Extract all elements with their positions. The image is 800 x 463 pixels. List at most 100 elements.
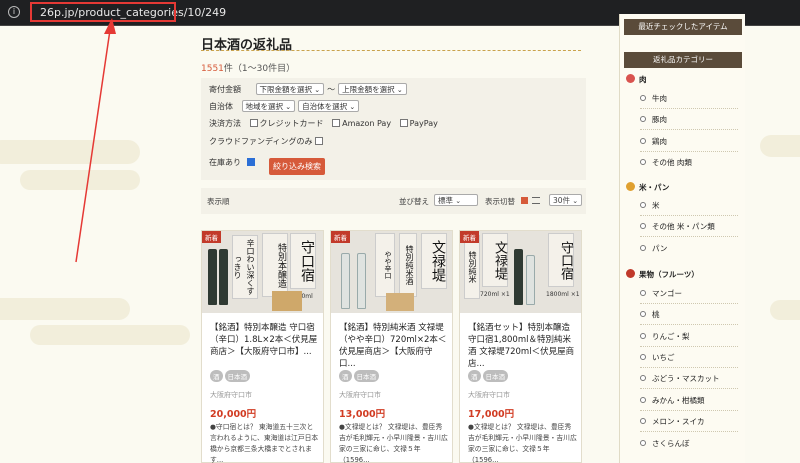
payment-label: 決済方法 — [209, 119, 241, 128]
amount-max-select[interactable]: 上限金額を選択 — [338, 83, 407, 95]
divider — [640, 346, 738, 347]
category-fruit[interactable]: 果物（フルーツ） — [626, 269, 699, 280]
region-row: 自治体 地域を選択自治体を選択 — [209, 100, 362, 112]
list-view-icon[interactable] — [532, 197, 540, 204]
subcategory-item[interactable]: 鶏肉 — [640, 136, 667, 147]
tag[interactable]: 酒 — [339, 370, 352, 382]
filter-search-button[interactable]: 絞り込み検索 — [269, 158, 325, 175]
product-title[interactable]: 【銘酒】特別純米酒 文禄堤（やや辛口）720ml×2本＜伏見屋商店＞【大阪府守口… — [339, 322, 449, 370]
recent-items-header[interactable]: 最近チェックしたアイテム — [624, 19, 742, 35]
site-info-icon[interactable]: i — [8, 6, 20, 18]
product-title[interactable]: 【銘酒セット】特別本醸造 守口宿1,800ml＆特別純米酒 文禄堤720ml＜伏… — [468, 322, 578, 370]
product-card[interactable]: 特別純米 文禄堤 720ml ×1 守口宿 1800ml ×1 新着 【銘酒セッ… — [459, 230, 582, 463]
amount-min-select[interactable]: 下限金額を選択 — [255, 83, 325, 95]
tag[interactable]: 酒 — [210, 370, 223, 382]
subcategory-item[interactable]: 豚肉 — [640, 114, 667, 125]
image-brand-text: 文禄堤 — [421, 233, 447, 289]
product-description: ●文禄堤とは？ 文禄堤は、豊臣秀吉が毛利輝元・小早川隆景・吉川広家の三家に命じ、… — [339, 423, 448, 463]
image-grade-text: 特別純米 — [464, 235, 480, 299]
product-price: 17,000円 — [468, 409, 515, 420]
divider — [640, 431, 738, 432]
title-divider — [201, 50, 581, 51]
subcategory-item[interactable]: その他 米・パン類 — [640, 221, 715, 232]
sort-bar: 表示順 並び替え 標準 表示切替 30件 — [201, 188, 586, 214]
new-badge: 新着 — [331, 231, 350, 243]
filter-panel: 寄付金額 下限金額を選択～上限金額を選択 自治体 地域を選択自治体を選択 決済方… — [201, 78, 586, 180]
product-image[interactable]: 辛口わい深くすっきり 特別本醸造 守口宿 1800ml ×2 新着 — [202, 231, 323, 313]
product-description: ●守口宿とは？ 東海道五十三次と言われるように、東海道は江戸日本橋から京都三条大… — [210, 423, 319, 463]
product-price: 13,000円 — [339, 409, 386, 420]
result-count-number: 1551 — [201, 64, 224, 74]
product-tags: 酒日本酒 — [210, 364, 252, 383]
subcategory-item[interactable]: マンゴー — [640, 288, 682, 299]
image-brand-text: 守口宿 — [290, 233, 316, 289]
image-brand-text: 守口宿 — [548, 233, 574, 287]
product-image[interactable]: 特別純米 文禄堤 720ml ×1 守口宿 1800ml ×1 新着 — [460, 231, 581, 313]
image-side-text: やや辛口 — [375, 233, 395, 297]
stock-checkbox[interactable] — [247, 158, 255, 166]
paypay-checkbox[interactable] — [399, 119, 408, 127]
image-grade-text: 特別純米酒 — [399, 233, 417, 297]
image-grade-text: 特別本醸造 — [262, 233, 288, 297]
subcategory-item[interactable]: りんご・梨 — [640, 331, 690, 342]
subcategory-item[interactable]: その他 肉類 — [640, 157, 692, 168]
grid-view-icon[interactable] — [521, 197, 528, 204]
subcategory-item[interactable]: ぶどう・マスカット — [640, 373, 720, 384]
rice-icon — [626, 182, 635, 191]
subcategory-item[interactable]: みかん・柑橘類 — [640, 395, 705, 406]
city-select[interactable]: 自治体を選択 — [298, 100, 360, 112]
product-card[interactable]: やや辛口 特別純米酒 文禄堤 新着 【銘酒】特別純米酒 文禄堤（やや辛口）720… — [330, 230, 453, 463]
product-title[interactable]: 【銘酒】特別本醸造 守口宿（辛口）1.8L×2本＜伏見屋商店＞【大阪府守口市】.… — [210, 322, 320, 358]
result-count: 1551件（1～30件目） — [201, 61, 295, 74]
sidebar: 最近チェックしたアイテム 返礼品カテゴリー 肉 牛肉 豚肉 鶏肉 その他 肉類 … — [619, 14, 745, 463]
subcategory-item[interactable]: メロン・スイカ — [640, 416, 705, 427]
category-meat[interactable]: 肉 — [626, 74, 647, 85]
product-card[interactable]: 辛口わい深くすっきり 特別本醸造 守口宿 1800ml ×2 新着 【銘酒】特別… — [201, 230, 324, 463]
wooden-masu — [386, 293, 414, 311]
category-label: 肉 — [639, 75, 647, 84]
sort-select[interactable]: 標準 — [434, 194, 478, 206]
product-location: 大阪府守口市 — [339, 391, 381, 399]
credit-label: クレジットカード — [259, 119, 324, 128]
product-location: 大阪府守口市 — [468, 391, 510, 399]
subcategory-item[interactable]: 桃 — [640, 309, 660, 320]
new-badge: 新着 — [460, 231, 479, 243]
sake-bottle — [526, 255, 535, 305]
divider — [640, 388, 738, 389]
sake-bottle — [341, 253, 350, 309]
divider — [640, 410, 738, 411]
per-page-select[interactable]: 30件 — [549, 194, 582, 206]
new-badge: 新着 — [202, 231, 221, 243]
paypay-label: PayPay — [409, 119, 438, 128]
category-label: 米・パン — [639, 183, 670, 192]
product-tags: 酒日本酒 — [339, 364, 381, 383]
tag[interactable]: 日本酒 — [353, 370, 379, 382]
region-select[interactable]: 地域を選択 — [241, 100, 296, 112]
category-rice-bread[interactable]: 米・パン — [626, 182, 669, 193]
credit-checkbox[interactable] — [249, 119, 258, 127]
product-tags: 酒日本酒 — [468, 364, 510, 383]
subcategory-item[interactable]: いちご — [640, 352, 675, 363]
subcategory-item[interactable]: 米 — [640, 200, 660, 211]
sake-bottle — [357, 253, 366, 309]
tag[interactable]: 酒 — [468, 370, 481, 382]
amount-row: 寄付金額 下限金額を選択～上限金額を選択 — [209, 83, 410, 95]
subcategory-item[interactable]: パン — [639, 243, 667, 254]
image-volume-text: 720ml ×1 — [480, 291, 510, 298]
amazon-pay-checkbox[interactable] — [332, 119, 341, 127]
payment-row: 決済方法 クレジットカード Amazon Pay PayPay — [209, 118, 438, 129]
image-brand-text: 文禄堤 — [482, 233, 508, 287]
tag[interactable]: 日本酒 — [482, 370, 508, 382]
product-image[interactable]: やや辛口 特別純米酒 文禄堤 新着 — [331, 231, 452, 313]
image-volume-text: 1800ml ×1 — [546, 291, 580, 298]
subcategory-item[interactable]: さくらんぼ — [640, 438, 690, 449]
sake-bottle — [514, 249, 523, 305]
tag[interactable]: 日本酒 — [224, 370, 250, 382]
divider — [640, 151, 738, 152]
display-order-label: 表示順 — [207, 197, 230, 206]
divider — [640, 367, 738, 368]
meat-icon — [626, 74, 635, 83]
subcategory-item[interactable]: 牛肉 — [640, 93, 667, 104]
divider — [640, 215, 738, 216]
crowdfunding-checkbox[interactable] — [315, 137, 324, 145]
